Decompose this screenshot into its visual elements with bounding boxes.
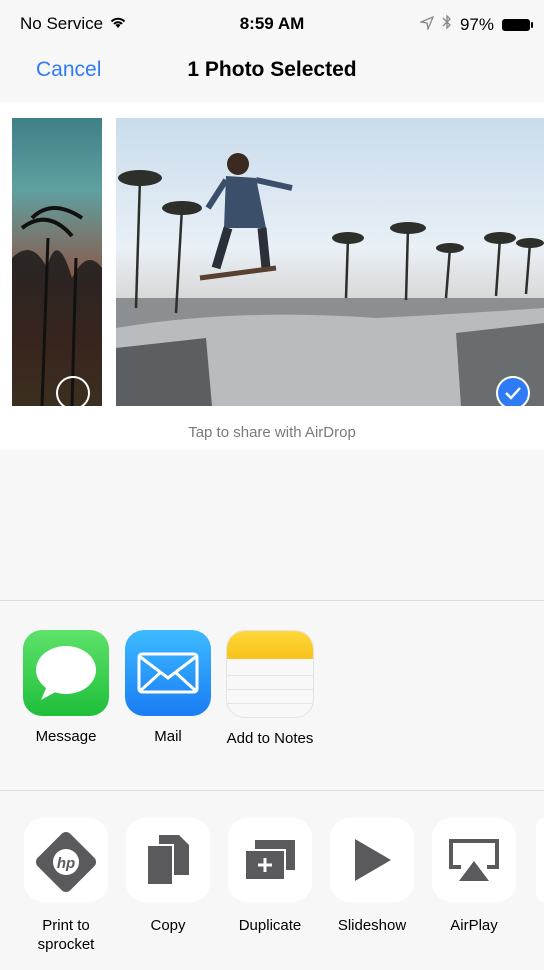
action-label-print: Print to sprocket <box>37 917 95 953</box>
action-label-slideshow: Slideshow <box>337 917 407 934</box>
photo-strip[interactable] <box>0 102 544 450</box>
action-label-airplay: AirPlay <box>450 917 498 934</box>
copy-icon <box>126 818 210 902</box>
hp-sprocket-icon: hp <box>24 818 108 902</box>
share-app-notes[interactable]: Add to Notes <box>220 630 320 747</box>
share-app-mail[interactable]: Mail <box>118 630 218 745</box>
share-label-notes: Add to Notes <box>226 730 314 747</box>
status-right: 97% <box>418 14 533 35</box>
location-icon <box>418 15 435 35</box>
message-icon <box>23 630 109 716</box>
photo-selected-checkmark[interactable] <box>496 376 530 406</box>
action-label-copy: Copy <box>150 917 186 934</box>
status-bar: No Service 8:59 AM 97% <box>0 0 544 40</box>
action-slideshow[interactable]: Slideshow <box>320 818 424 935</box>
battery-icon <box>502 18 533 31</box>
share-app-message[interactable]: Message <box>16 630 116 745</box>
section-divider <box>0 600 544 601</box>
checkmark-icon <box>505 387 521 400</box>
page-title: 1 Photo Selected <box>187 58 357 81</box>
action-label-duplicate: Duplicate <box>238 917 302 934</box>
photo-thumbnail-palms[interactable] <box>12 118 102 406</box>
airplay-icon <box>432 818 516 902</box>
navigation-bar: Cancel 1 Photo Selected <box>0 40 544 103</box>
svg-text:hp: hp <box>57 855 75 872</box>
airdrop-hint: Tap to share with AirDrop <box>188 424 356 441</box>
action-duplicate[interactable]: Duplicate <box>218 818 322 935</box>
share-label-message: Message <box>35 728 97 745</box>
action-copy[interactable]: Copy <box>116 818 220 935</box>
more-actions-partial[interactable] <box>536 818 544 902</box>
notes-icon <box>226 630 314 718</box>
share-label-mail: Mail <box>154 728 182 745</box>
mail-icon <box>125 630 211 716</box>
play-icon <box>330 818 414 902</box>
photo-select-circle[interactable] <box>56 376 90 406</box>
section-divider <box>0 790 544 791</box>
bluetooth-icon <box>442 14 452 35</box>
duplicate-icon <box>228 818 312 902</box>
photo-thumbnail-skateboarder[interactable] <box>116 118 544 406</box>
action-print-to-sprocket[interactable]: hp Print to sprocket <box>14 818 118 954</box>
action-airplay[interactable]: AirPlay <box>422 818 526 935</box>
battery-percent: 97% <box>459 14 494 34</box>
